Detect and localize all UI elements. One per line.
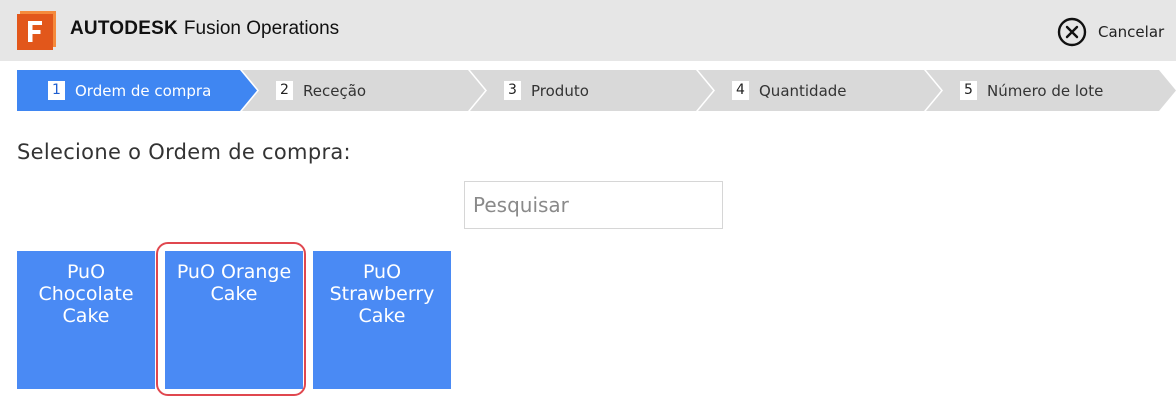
tile-label: PuO Strawberry Cake	[329, 261, 435, 327]
step-label: Ordem de compra	[75, 81, 212, 100]
step-number: 3	[504, 81, 521, 100]
step-numero-de-lote[interactable]: 5 Número de lote	[960, 70, 1103, 111]
step-number: 5	[960, 81, 977, 100]
step-number: 1	[48, 81, 65, 100]
step-number: 4	[732, 81, 749, 100]
brand-name: AUTODESK	[70, 18, 178, 39]
order-tile-strawberry-cake[interactable]: PuO Strawberry Cake	[313, 251, 451, 389]
search-input[interactable]	[464, 181, 723, 229]
step-label: Produto	[531, 81, 589, 100]
order-tile-orange-cake[interactable]: PuO Orange Cake	[165, 251, 303, 389]
step-label: Quantidade	[759, 81, 847, 100]
step-produto[interactable]: 3 Produto	[504, 70, 589, 111]
page-prompt: Selecione o Ordem de compra:	[17, 140, 351, 164]
tile-label: PuO Chocolate Cake	[38, 261, 134, 327]
app-title: AUTODESK Fusion Operations	[70, 17, 339, 40]
step-rececao[interactable]: 2 Receção	[276, 70, 366, 111]
close-circle-icon	[1057, 17, 1087, 47]
step-ordem-de-compra[interactable]: 1 Ordem de compra	[48, 70, 211, 111]
fusion-logo-icon	[17, 11, 56, 50]
order-tile-chocolate-cake[interactable]: PuO Chocolate Cake	[17, 251, 155, 389]
wizard-steps: 1 Ordem de compra 2 Receção 3 Produto 4 …	[17, 70, 1176, 111]
step-label: Número de lote	[987, 81, 1104, 100]
cancel-label: Cancelar	[1098, 23, 1165, 41]
tile-label: PuO Orange Cake	[176, 261, 292, 305]
cancel-button[interactable]: Cancelar	[1057, 17, 1164, 47]
product-name: Fusion Operations	[183, 18, 340, 39]
app-header: AUTODESK Fusion Operations Cancelar	[0, 0, 1176, 61]
step-label: Receção	[303, 81, 367, 100]
step-quantidade[interactable]: 4 Quantidade	[732, 70, 847, 111]
step-number: 2	[276, 81, 293, 100]
